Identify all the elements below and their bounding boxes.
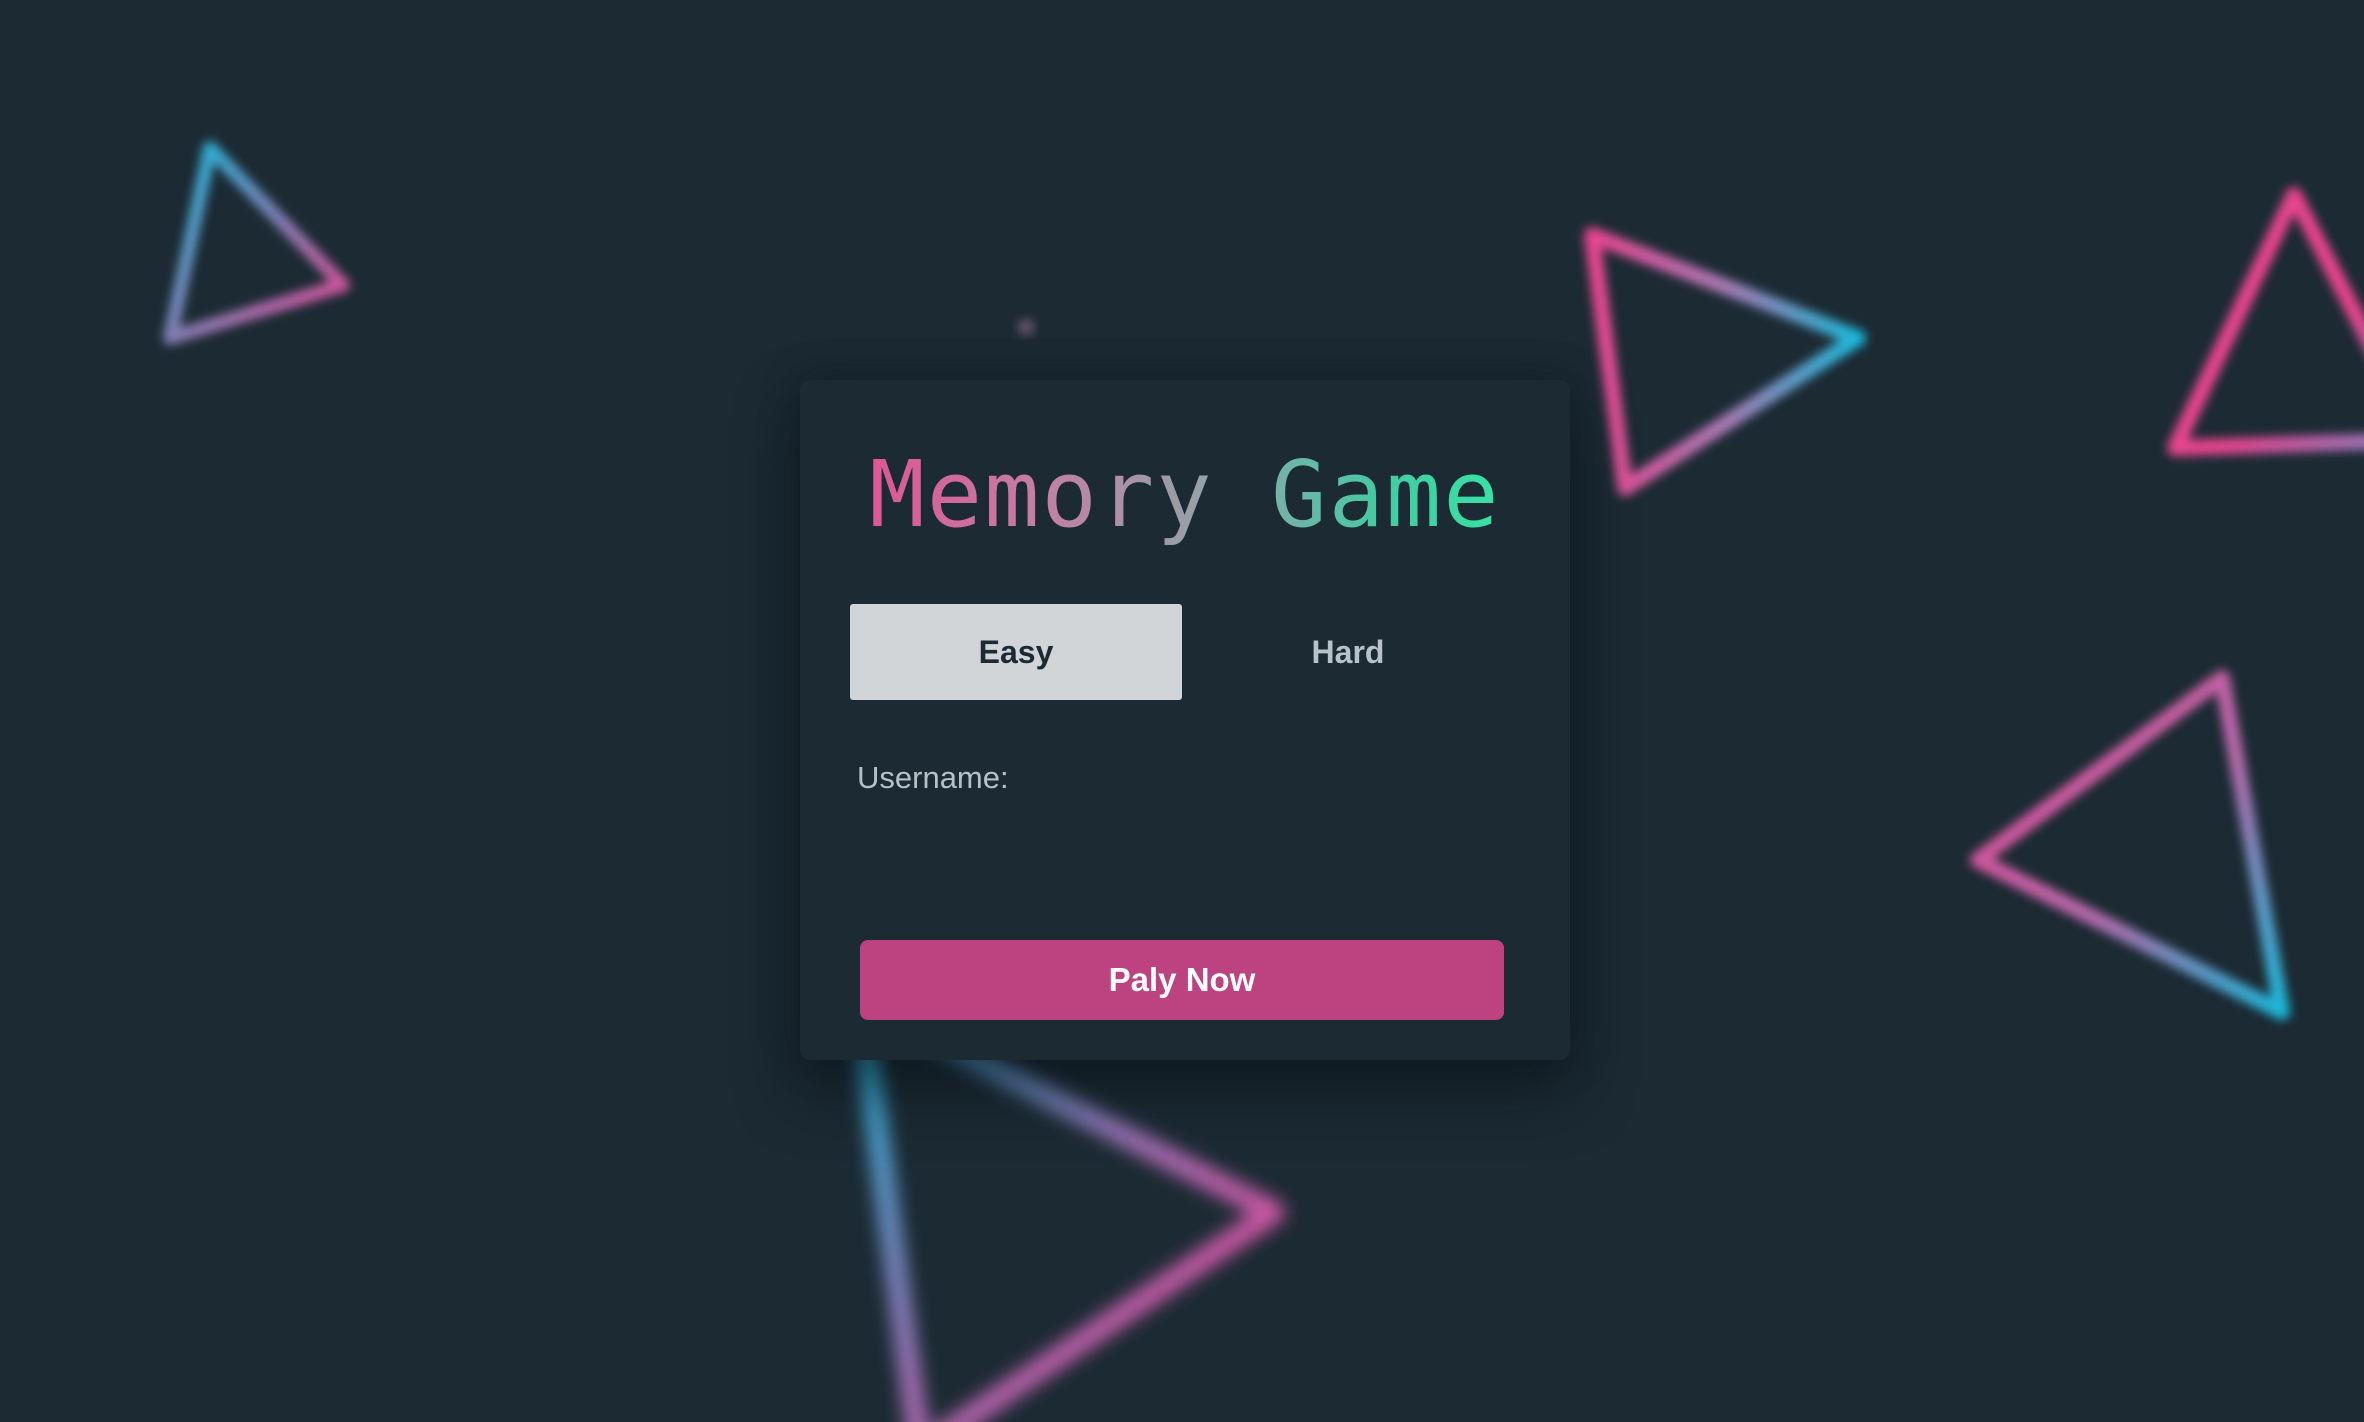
play-now-button[interactable]: Paly Now xyxy=(860,940,1504,1020)
triangle-top-right xyxy=(2167,187,2364,456)
start-card: Memory Game Easy Hard Username: Paly Now xyxy=(800,380,1570,1060)
username-input[interactable] xyxy=(857,810,1501,872)
triangle-top-left xyxy=(163,141,350,345)
level-hard-button[interactable]: Hard xyxy=(1182,604,1514,700)
game-screen: Memory Game Easy Hard Username: Paly Now xyxy=(0,0,2364,1422)
username-label: Username: xyxy=(857,760,1009,795)
triangle-bottom-center xyxy=(849,989,1285,1422)
page-title: Memory Game xyxy=(800,440,1570,550)
triangle-top-center-right xyxy=(1584,227,1866,496)
dot-small xyxy=(1018,319,1034,335)
triangle-right xyxy=(1970,670,2290,1020)
level-easy-button[interactable]: Easy xyxy=(850,604,1182,700)
